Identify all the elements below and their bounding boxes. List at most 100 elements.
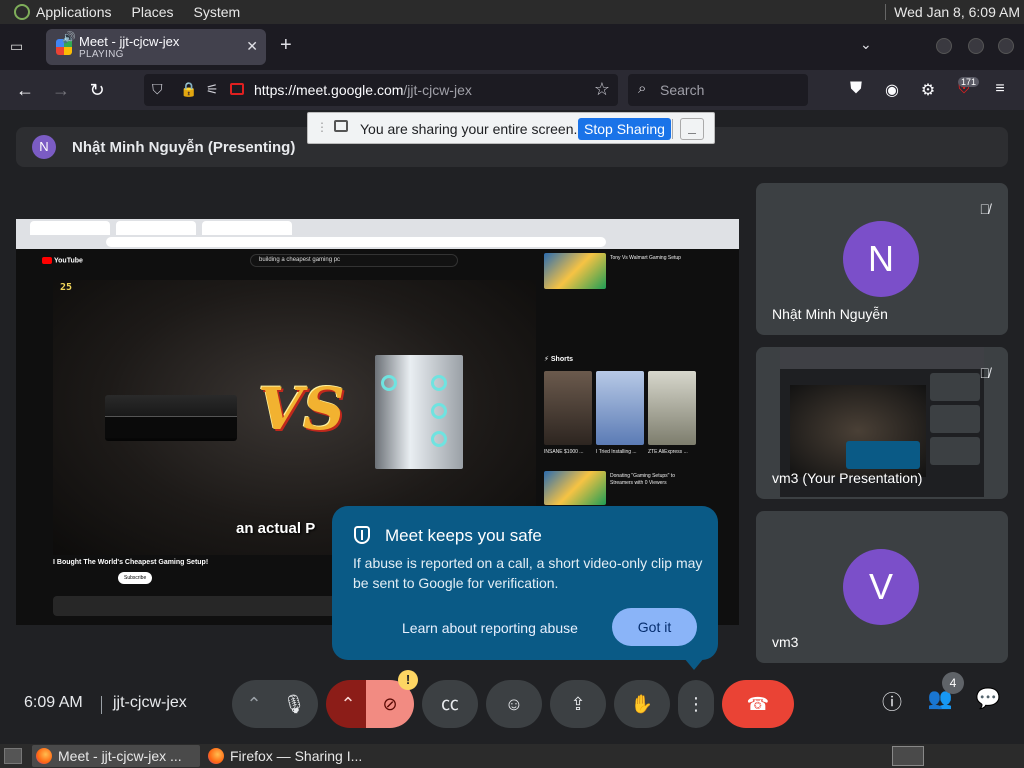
chat-icon[interactable]: 💬 bbox=[973, 686, 1003, 711]
tooltip-body: If abuse is reported on a call, a short … bbox=[353, 555, 703, 591]
maximize-button[interactable] bbox=[968, 38, 984, 54]
workspace-switcher[interactable] bbox=[892, 746, 924, 766]
gaming-pc bbox=[375, 355, 463, 469]
firefox-icon bbox=[36, 748, 52, 764]
got-it-button[interactable]: Got it bbox=[612, 608, 697, 646]
fan-icon bbox=[431, 403, 447, 419]
presenter-avatar: N bbox=[32, 135, 56, 159]
minimize-button[interactable] bbox=[936, 38, 952, 54]
vs-graphic: VS bbox=[258, 375, 345, 443]
places-menu[interactable]: Places bbox=[126, 0, 180, 24]
video-counter: 25 bbox=[60, 282, 73, 293]
shared-address-bar bbox=[106, 237, 606, 247]
show-desktop-button[interactable] bbox=[4, 748, 22, 764]
participant-name: vm3 bbox=[772, 634, 799, 650]
preview-tooltip bbox=[846, 441, 920, 469]
fan-icon bbox=[381, 375, 397, 391]
drag-handle-icon[interactable]: ⋮ bbox=[316, 120, 328, 134]
divider bbox=[101, 696, 102, 714]
tab-status: PLAYING bbox=[79, 49, 124, 60]
lock-icon[interactable]: 🔒 bbox=[180, 81, 197, 98]
bottom-taskbar: Meet - jjt-cjcw-jex ... Firefox — Sharin… bbox=[0, 744, 1024, 768]
system-menu[interactable]: System bbox=[188, 0, 247, 24]
tooltip-title: Meet keeps you safe bbox=[385, 526, 542, 545]
hamburger-menu-icon[interactable]: ≡ bbox=[990, 80, 1010, 98]
close-tab-icon[interactable]: ✕ bbox=[246, 38, 258, 55]
reload-icon[interactable]: ↻ bbox=[86, 80, 108, 101]
participant-count-badge: 4 bbox=[942, 672, 964, 694]
participant-name: Nhật Minh Nguyễn bbox=[772, 306, 888, 322]
search-bar[interactable]: ⌕ bbox=[628, 74, 808, 106]
minimize-share-bar-button[interactable]: _ bbox=[680, 118, 704, 140]
url-bar[interactable]: ⛉ 🔒 ⚟ https://meet.google.com/jjt-cjcw-j… bbox=[144, 74, 618, 106]
back-arrow-icon[interactable]: ← bbox=[14, 80, 36, 101]
captions-button[interactable]: ㏄ bbox=[422, 680, 478, 728]
participant-tile-presentation[interactable]: 🎙̸ vm3 (Your Presentation) bbox=[756, 347, 1008, 499]
safety-tooltip: Meet keeps you safe If abuse is reported… bbox=[332, 506, 718, 670]
emoji-reaction-button[interactable]: ☺ bbox=[486, 680, 542, 728]
xbox-console-base bbox=[105, 416, 237, 438]
meeting-time: 6:09 AM bbox=[24, 694, 83, 711]
new-tab-button[interactable]: + bbox=[280, 34, 292, 57]
short-title: I Tried Installing ... bbox=[596, 449, 637, 455]
speaker-icon[interactable]: 🔊 bbox=[62, 31, 76, 44]
tab-meet[interactable]: 🔊 Meet - jjt-cjcw-jex PLAYING ✕ bbox=[46, 29, 266, 65]
applications-menu[interactable]: Applications bbox=[8, 0, 118, 24]
more-options-button[interactable]: ⋮ bbox=[678, 680, 714, 728]
side-thumbnail bbox=[544, 471, 606, 505]
url-text[interactable]: https://meet.google.com/jjt-cjcw-jex bbox=[254, 82, 472, 98]
side-video-title: Tony Vs Walmart Gaming Setup bbox=[610, 255, 681, 261]
youtube-logo-text: YouTube bbox=[54, 257, 83, 265]
screen-share-bar: ⋮ You are sharing your entire screen. St… bbox=[307, 112, 715, 144]
present-screen-button[interactable]: ⇪ bbox=[550, 680, 606, 728]
pocket-icon[interactable]: ⛊ bbox=[846, 80, 866, 98]
stop-sharing-button[interactable]: Stop Sharing bbox=[578, 118, 671, 140]
learn-about-reporting-link[interactable]: Learn about reporting abuse bbox=[402, 620, 578, 636]
mic-button[interactable]: 🎙 bbox=[270, 680, 318, 728]
screen-sharing-indicator-icon[interactable] bbox=[230, 83, 244, 95]
permissions-icon[interactable]: ⚟ bbox=[206, 81, 219, 98]
account-icon[interactable]: ◉ bbox=[882, 80, 902, 100]
close-window-button[interactable] bbox=[998, 38, 1014, 54]
preview-browser-bar bbox=[780, 347, 984, 369]
bookmark-star-icon[interactable]: ☆ bbox=[594, 79, 610, 100]
shared-tab bbox=[30, 221, 110, 235]
mic-off-icon: 🎙̸ bbox=[979, 201, 991, 217]
taskbar-item-label: Firefox — Sharing I... bbox=[230, 748, 363, 764]
share-message: You are sharing your entire screen. bbox=[360, 121, 578, 137]
short-title: INSANE $1000 ... bbox=[544, 449, 584, 455]
leave-call-button[interactable]: ☎ bbox=[722, 680, 794, 728]
shorts-heading: ⚡ Shorts bbox=[544, 356, 574, 363]
video-caption: an actual P bbox=[236, 520, 316, 537]
video-title: I Bought The World's Cheapest Gaming Set… bbox=[53, 559, 209, 566]
firefox-icon bbox=[208, 748, 224, 764]
shield-icon bbox=[354, 526, 370, 544]
top-panel: Applications Places System Wed Jan 8, 6:… bbox=[0, 0, 1024, 24]
raise-hand-button[interactable]: ✋ bbox=[614, 680, 670, 728]
side-video-title: Donating "Gaming Setups" to Streamers wi… bbox=[610, 473, 675, 486]
taskbar-item-meet[interactable]: Meet - jjt-cjcw-jex ... bbox=[32, 745, 200, 767]
share-screen-icon bbox=[334, 120, 348, 132]
clock[interactable]: Wed Jan 8, 6:09 AM bbox=[894, 0, 1020, 24]
taskbar-item-firefox-sharing[interactable]: Firefox — Sharing I... bbox=[204, 745, 374, 767]
subscribe-button: Subscribe bbox=[118, 572, 153, 584]
participant-tile-nhat[interactable]: 🎙̸ N Nhật Minh Nguyễn bbox=[756, 183, 1008, 335]
video-options-button[interactable]: ⌃ bbox=[326, 680, 370, 728]
divider bbox=[672, 119, 673, 139]
forward-arrow-icon[interactable]: → bbox=[50, 80, 72, 101]
participant-tile-vm3[interactable]: V vm3 bbox=[756, 511, 1008, 663]
participant-avatar: N bbox=[843, 221, 919, 297]
mic-off-icon: 🎙̸ bbox=[979, 365, 991, 381]
extensions-icon[interactable]: ⚙ bbox=[918, 80, 938, 100]
search-icon: ⌕ bbox=[638, 80, 647, 97]
nav-bar: ← → ↻ ⛉ 🔒 ⚟ https://meet.google.com/jjt-… bbox=[0, 70, 1024, 110]
meet-page: N Nhật Minh Nguyễn (Presenting) YouTube … bbox=[0, 110, 1024, 744]
gnome-foot-icon bbox=[14, 4, 30, 20]
presenter-name: Nhật Minh Nguyễn (Presenting) bbox=[72, 139, 296, 156]
meeting-info-icon[interactable]: ⓘ bbox=[877, 686, 907, 715]
list-all-tabs-icon[interactable]: ▭ bbox=[10, 38, 28, 54]
chevron-down-icon[interactable]: ⌄ bbox=[860, 36, 872, 53]
shield-icon[interactable]: ⛉ bbox=[152, 81, 163, 98]
applications-label: Applications bbox=[36, 4, 112, 20]
search-input[interactable] bbox=[660, 80, 800, 100]
